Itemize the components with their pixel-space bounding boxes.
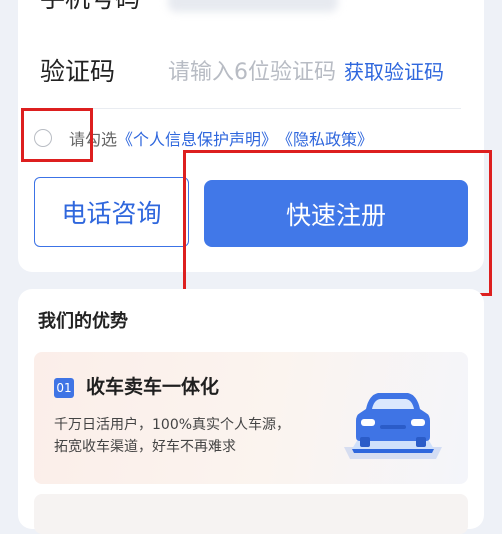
privacy-statement-link[interactable]: 《个人信息保护声明》	[117, 126, 277, 150]
divider	[36, 108, 461, 109]
verification-code-label: 验证码	[40, 57, 116, 86]
verification-code-input[interactable]	[168, 56, 336, 88]
feature-description: 千万日活用户，100%真实个人车源， 拓宽收车渠道，好车不再难求	[54, 414, 354, 458]
phone-label: 手机号码	[40, 0, 140, 14]
advantages-title: 我们的优势	[38, 311, 128, 332]
highlight-box-register	[183, 150, 492, 296]
phone-input-blurred[interactable]	[168, 0, 338, 12]
feature-title: 收车卖车一体化	[86, 376, 220, 398]
phone-consult-button[interactable]: 电话咨询	[34, 177, 189, 247]
feature-desc-line-2: 拓宽收车渠道，好车不再难求	[54, 439, 236, 455]
car-on-platform-icon	[344, 393, 442, 459]
get-code-button[interactable]: 获取验证码	[340, 56, 444, 88]
feature-number-badge: 01	[54, 378, 74, 398]
next-feature-panel	[34, 494, 468, 534]
privacy-policy-link[interactable]: 《隐私政策》	[277, 126, 373, 150]
highlight-box-checkbox	[21, 108, 93, 162]
feature-desc-line-1: 千万日活用户，100%真实个人车源，	[54, 417, 291, 433]
